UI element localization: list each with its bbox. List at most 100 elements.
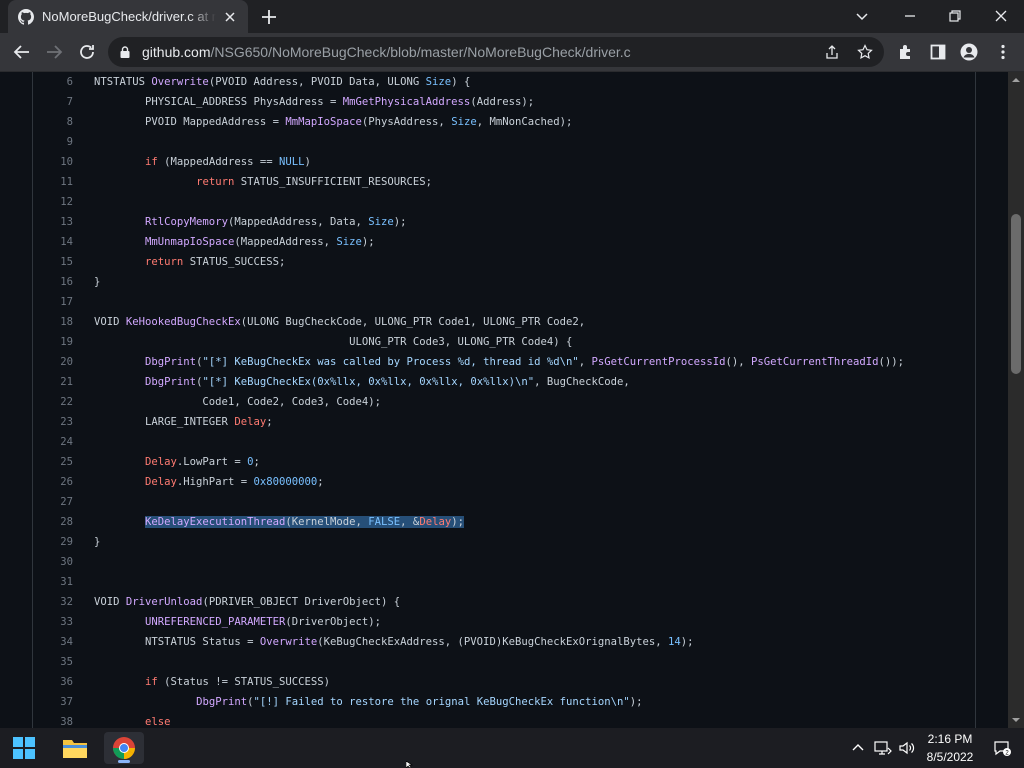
new-tab-icon[interactable] <box>260 8 278 26</box>
line-number[interactable]: 33 <box>33 612 73 632</box>
menu-kebab-icon[interactable] <box>994 43 1012 61</box>
code-line: 28 KeDelayExecutionThread(KernelMode, FA… <box>33 512 975 532</box>
code-text: LARGE_INTEGER Delay; <box>94 416 273 428</box>
code-line: 38 else <box>33 712 975 728</box>
line-number[interactable]: 13 <box>33 212 73 232</box>
line-number[interactable]: 36 <box>33 672 73 692</box>
code-line: 33 UNREFERENCED_PARAMETER(DriverObject); <box>33 612 975 632</box>
scroll-up-arrow-icon[interactable] <box>1012 76 1020 84</box>
github-icon <box>18 8 34 25</box>
code-text: KeDelayExecutionThread(KernelMode, FALSE… <box>145 516 464 528</box>
code-line: 24 <box>33 432 975 452</box>
taskbar-clock[interactable]: 2:16 PM 8/5/2022 <box>916 730 984 766</box>
code-line: 11 return STATUS_INSUFFICIENT_RESOURCES; <box>33 172 975 192</box>
close-window-icon[interactable] <box>991 6 1011 26</box>
code-text: VOID DriverUnload(PDRIVER_OBJECT DriverO… <box>94 596 401 608</box>
line-number[interactable]: 21 <box>33 372 73 392</box>
line-number[interactable]: 29 <box>33 532 73 552</box>
address-bar[interactable]: github.com/NSG650/NoMoreBugCheck/blob/ma… <box>108 37 884 67</box>
reload-icon[interactable] <box>77 42 97 62</box>
share-icon[interactable] <box>824 44 840 60</box>
line-number[interactable]: 34 <box>33 632 73 652</box>
scroll-thumb[interactable] <box>1011 214 1021 374</box>
url-text: github.com/NSG650/NoMoreBugCheck/blob/ma… <box>142 44 631 60</box>
code-line: 26 Delay.HighPart = 0x80000000; <box>33 472 975 492</box>
forward-icon[interactable] <box>44 42 64 62</box>
star-icon[interactable] <box>857 44 873 60</box>
scroll-down-arrow-icon[interactable] <box>1012 716 1020 724</box>
code-line: 35 <box>33 652 975 672</box>
close-tab-icon[interactable] <box>222 9 238 25</box>
code-line: 8 PVOID MappedAddress = MmMapIoSpace(Phy… <box>33 112 975 132</box>
line-number[interactable]: 35 <box>33 652 73 672</box>
chevron-up-icon[interactable] <box>849 739 867 757</box>
code-text: else <box>145 716 171 728</box>
line-number[interactable]: 30 <box>33 552 73 572</box>
file-explorer-button[interactable] <box>55 732 95 764</box>
code-text: PVOID MappedAddress = MmMapIoSpace(PhysA… <box>94 116 573 128</box>
network-icon[interactable] <box>874 739 892 757</box>
line-number[interactable]: 18 <box>33 312 73 332</box>
side-panel-icon[interactable] <box>929 43 947 61</box>
line-number[interactable]: 6 <box>33 72 73 92</box>
line-number[interactable]: 17 <box>33 292 73 312</box>
code-line: 29} <box>33 532 975 552</box>
vertical-scrollbar[interactable] <box>1008 72 1024 728</box>
code-line: 31 <box>33 572 975 592</box>
line-number[interactable]: 9 <box>33 132 73 152</box>
chrome-taskbar-button[interactable] <box>104 732 144 764</box>
line-number[interactable]: 16 <box>33 272 73 292</box>
lock-icon[interactable] <box>118 45 132 59</box>
code-line: 15 return STATUS_SUCCESS; <box>33 252 975 272</box>
code-line: 22 Code1, Code2, Code3, Code4); <box>33 392 975 412</box>
line-number[interactable]: 7 <box>33 92 73 112</box>
line-number[interactable]: 31 <box>33 572 73 592</box>
line-number[interactable]: 26 <box>33 472 73 492</box>
code-line: 36 if (Status != STATUS_SUCCESS) <box>33 672 975 692</box>
line-number[interactable]: 20 <box>33 352 73 372</box>
code-viewer: 6 NTSTATUS Overwrite(PVOID Address, PVOID… <box>32 72 976 728</box>
code-line: 20 DbgPrint("[*] KeBugCheckEx was called… <box>33 352 975 372</box>
code-text: } <box>94 536 101 548</box>
line-number[interactable]: 14 <box>33 232 73 252</box>
line-number[interactable]: 22 <box>33 392 73 412</box>
extensions-icon[interactable] <box>897 43 915 61</box>
code-line: 9 <box>33 132 975 152</box>
taskbar: 2:16 PM 8/5/2022 2 <box>0 728 1024 768</box>
line-number[interactable]: 27 <box>33 492 73 512</box>
url-path: /NSG650/NoMoreBugCheck/blob/master/NoMor… <box>210 44 631 60</box>
code-text: if (Status != STATUS_SUCCESS) <box>145 676 331 688</box>
line-number[interactable]: 25 <box>33 452 73 472</box>
code-line: 37 DbgPrint("[!] Failed to restore the o… <box>33 692 975 712</box>
line-number[interactable]: 19 <box>33 332 73 352</box>
line-number[interactable]: 24 <box>33 432 73 452</box>
minimize-icon[interactable] <box>900 6 920 26</box>
code-line: 19 ULONG_PTR Code3, ULONG_PTR Code4) { <box>33 332 975 352</box>
line-number[interactable]: 11 <box>33 172 73 192</box>
back-icon[interactable] <box>12 42 32 62</box>
profile-icon[interactable] <box>960 43 978 61</box>
clock-date: 8/5/2022 <box>926 750 974 764</box>
line-number[interactable]: 12 <box>33 192 73 212</box>
line-number[interactable]: 37 <box>33 692 73 712</box>
tab-driver-c[interactable]: NoMoreBugCheck/driver.c at master · NSG6… <box>8 0 248 33</box>
line-number[interactable]: 8 <box>33 112 73 132</box>
volume-icon[interactable] <box>898 739 916 757</box>
line-number[interactable]: 23 <box>33 412 73 432</box>
code-line: 13 RtlCopyMemory(MappedAddress, Data, Si… <box>33 212 975 232</box>
line-number[interactable]: 15 <box>33 252 73 272</box>
restore-icon[interactable] <box>945 6 965 26</box>
line-number[interactable]: 32 <box>33 592 73 612</box>
code-line: 17 <box>33 292 975 312</box>
line-number[interactable]: 28 <box>33 512 73 532</box>
start-button[interactable] <box>4 732 44 764</box>
code-text: UNREFERENCED_PARAMETER(DriverObject); <box>145 616 382 628</box>
tab-search-icon[interactable] <box>852 6 872 26</box>
notifications-icon[interactable]: 2 <box>993 739 1011 757</box>
line-number[interactable]: 38 <box>33 712 73 728</box>
code-line: 23 LARGE_INTEGER Delay; <box>33 412 975 432</box>
code-text: VOID KeHookedBugCheckEx(ULONG BugCheckCo… <box>94 316 586 328</box>
code-line: 27 <box>33 492 975 512</box>
line-number[interactable]: 10 <box>33 152 73 172</box>
code-line: 16} <box>33 272 975 292</box>
